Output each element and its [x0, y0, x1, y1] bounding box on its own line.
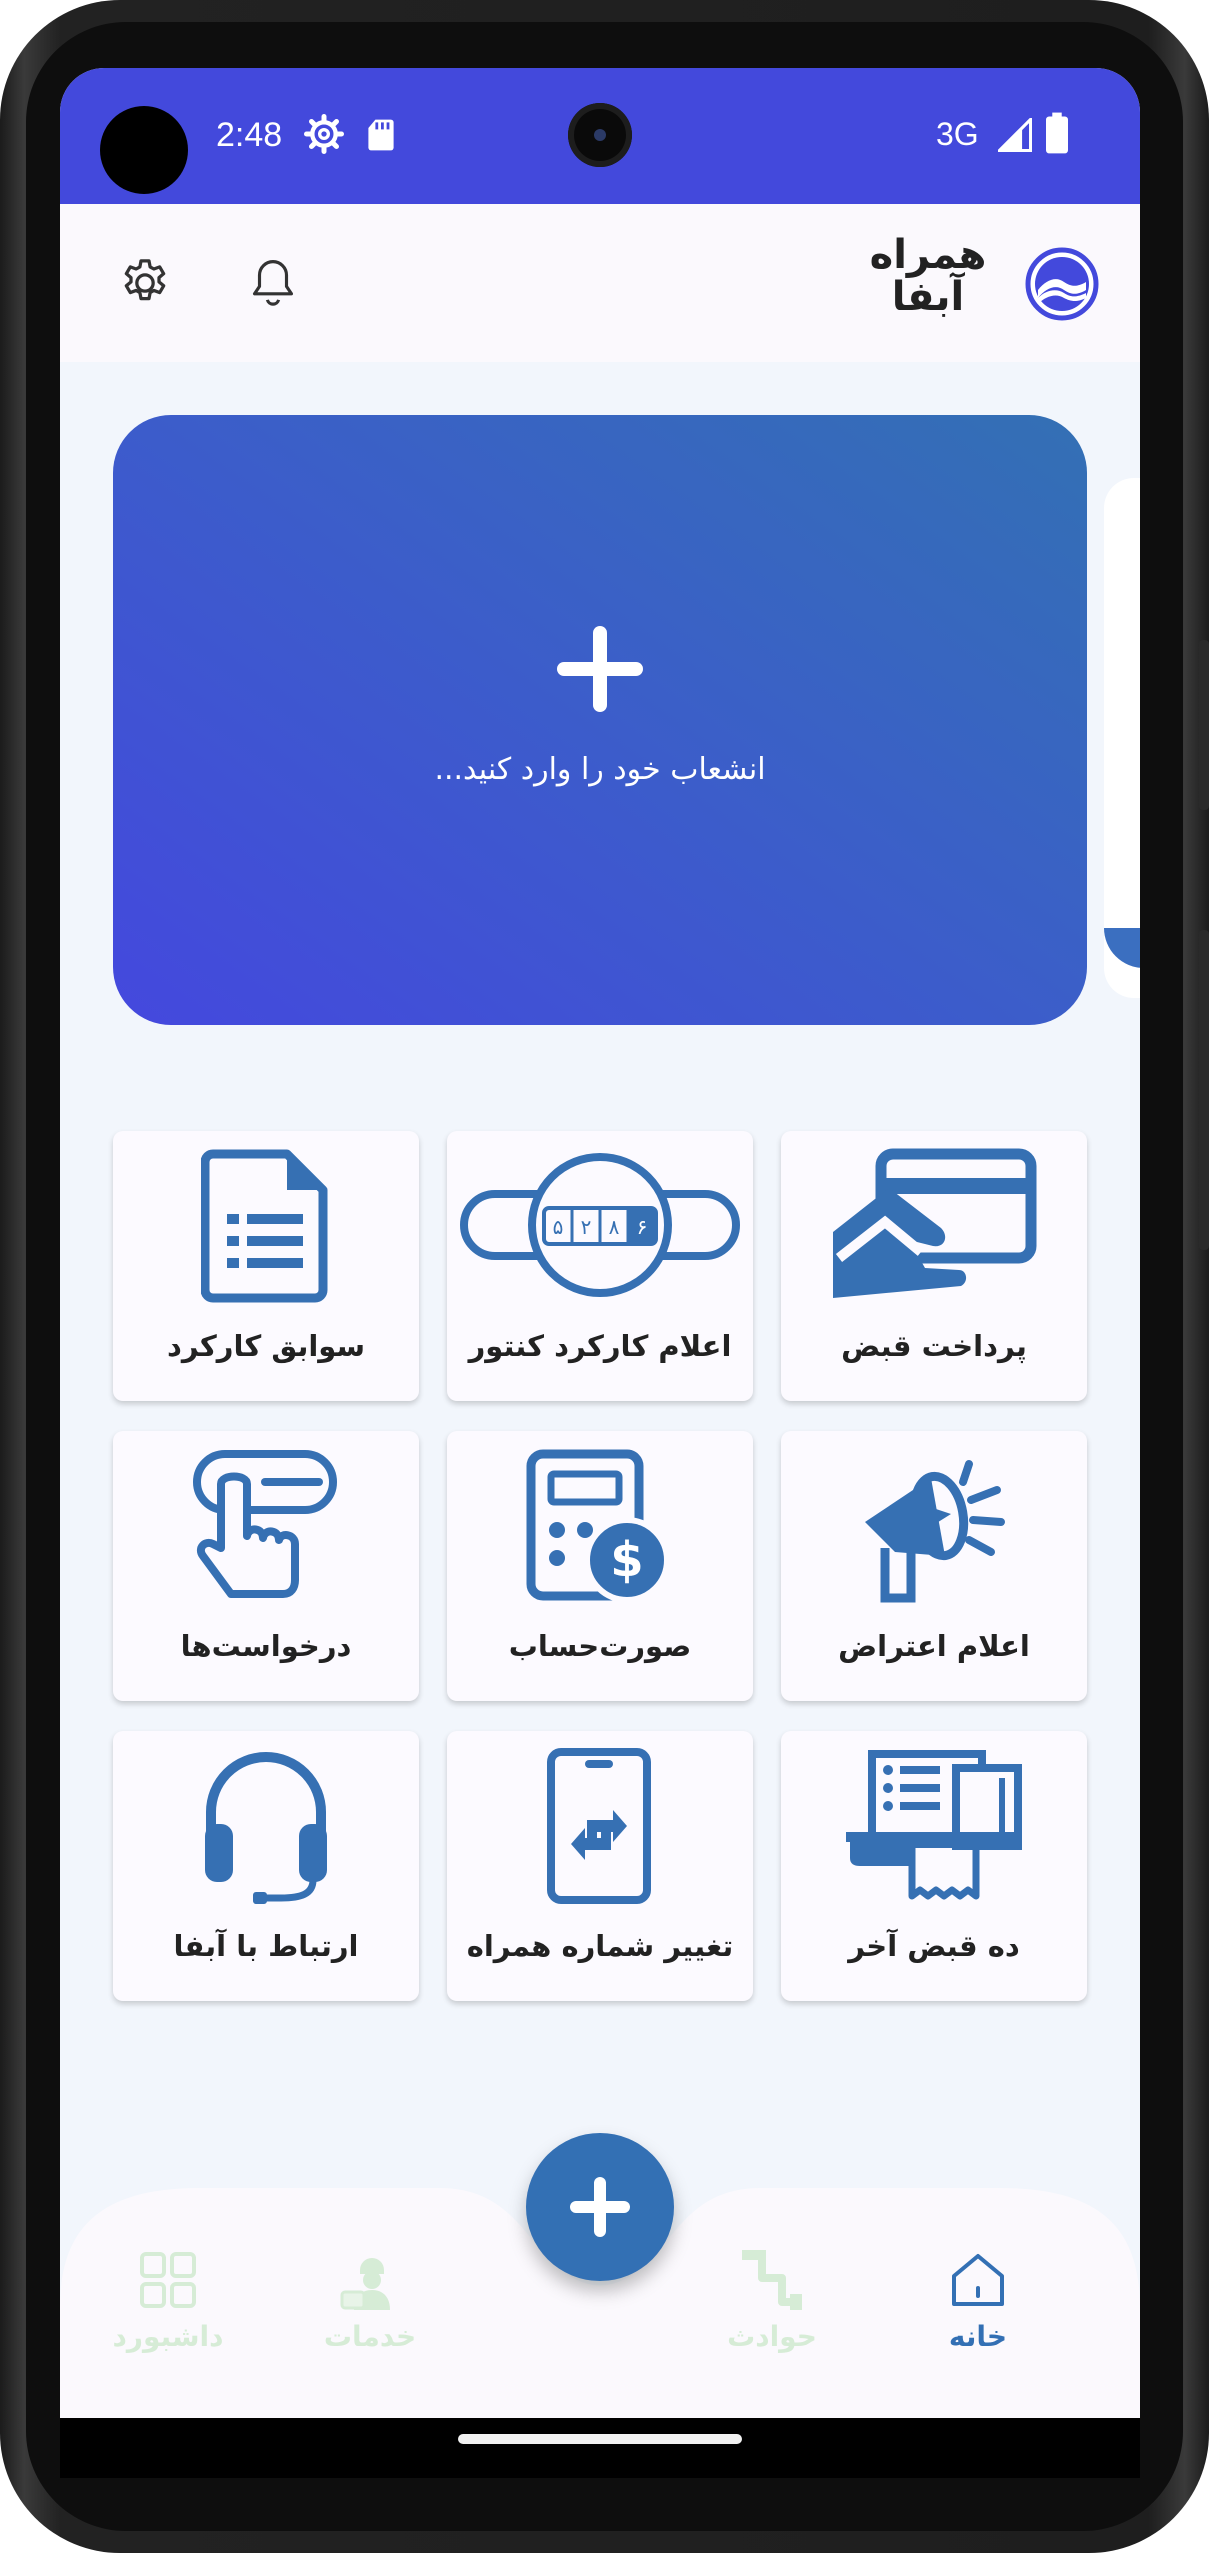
- document-list-icon: [201, 1149, 328, 1303]
- grid-icon: [140, 2252, 196, 2308]
- service-requests[interactable]: درخواست‌ها: [113, 1431, 419, 1701]
- nav-home[interactable]: خانه: [898, 2248, 1058, 2353]
- sd-card-icon: [368, 119, 394, 151]
- add-connection-card[interactable]: انشعاب خود را وارد کنید...: [113, 415, 1087, 1025]
- service-label: پرداخت قبض: [841, 1329, 1027, 1363]
- megaphone-icon: [865, 1460, 1005, 1603]
- plus-icon: [570, 2177, 630, 2237]
- nav-label: خدمات: [323, 2320, 417, 2353]
- svg-text:۵: ۵: [553, 1215, 564, 1239]
- status-bar: 2:48 3G: [60, 68, 1140, 204]
- service-change-phone[interactable]: تغییر شماره همراه: [447, 1731, 753, 2001]
- power-button: [1199, 640, 1209, 810]
- nav-services[interactable]: خدمات: [290, 2248, 450, 2353]
- phone-swap-icon: [547, 1748, 651, 1904]
- service-meter-reading[interactable]: ۵ ۲ ۸ ۶ اعلام کارکرد کنتور: [447, 1131, 753, 1401]
- service-label: اعلام کارکرد کنتور: [468, 1329, 732, 1363]
- home-gesture-handle[interactable]: [458, 2434, 742, 2444]
- service-label: صورت‌حساب: [508, 1629, 692, 1663]
- camera-icon: [568, 103, 632, 167]
- service-contact-abfa[interactable]: ارتباط با آبفا: [113, 1731, 419, 2001]
- logo-text-line2: آبفا: [891, 274, 965, 320]
- service-last-ten-bills[interactable]: ده قبض آخر: [781, 1731, 1087, 2001]
- app-header: همراه آبفا: [60, 204, 1140, 362]
- service-usage-history[interactable]: سوابق کارکرد: [113, 1131, 419, 1401]
- abfa-logo-icon: [1025, 247, 1099, 321]
- worker-icon: [340, 2258, 390, 2310]
- card-hand-icon: [833, 1148, 1037, 1298]
- logo-text-line1: همراه: [869, 232, 987, 278]
- service-invoice[interactable]: $ صورت‌حساب: [447, 1431, 753, 1701]
- signal-icon: [998, 118, 1032, 152]
- svg-text:$: $: [610, 1532, 643, 1588]
- settings-button[interactable]: [110, 248, 180, 318]
- home-icon: [952, 2254, 1004, 2306]
- settings-icon: [124, 259, 166, 301]
- notifications-button[interactable]: [238, 248, 308, 318]
- headset-icon: [205, 1752, 327, 1904]
- service-label: ده قبض آخر: [848, 1929, 1020, 1963]
- system-gesture-area: [60, 2418, 1140, 2478]
- settings-gear-icon: [304, 114, 344, 154]
- hand-pointer-icon: [193, 1450, 337, 1598]
- calculator-dollar-icon: $: [526, 1449, 670, 1603]
- front-camera-hole: [100, 106, 188, 194]
- water-meter-icon: ۵ ۲ ۸ ۶: [460, 1153, 740, 1297]
- volume-button: [1199, 930, 1209, 1250]
- service-label: سوابق کارکرد: [166, 1329, 365, 1363]
- service-label: درخواست‌ها: [180, 1629, 352, 1663]
- phone-frame: 2:48 3G همراه آبفا انشعاب خود را وارد کن…: [0, 0, 1209, 2553]
- nav-label: داشبورد: [112, 2320, 224, 2353]
- service-bill-payment[interactable]: پرداخت قبض: [781, 1131, 1087, 1401]
- bell-icon: [252, 260, 294, 306]
- service-label: ارتباط با آبفا: [173, 1929, 359, 1963]
- add-fab-button[interactable]: [526, 2133, 674, 2281]
- nav-label: خانه: [948, 2320, 1008, 2353]
- svg-text:۲: ۲: [581, 1215, 592, 1239]
- battery-icon: [1046, 112, 1068, 154]
- plus-icon: [557, 625, 643, 712]
- printer-receipt-icon: [846, 1750, 1022, 1900]
- service-label: اعلام اعتراض: [838, 1629, 1030, 1663]
- svg-text:۶: ۶: [637, 1215, 648, 1239]
- next-card-peek: [1104, 478, 1140, 998]
- pipe-icon: [742, 2250, 802, 2310]
- nav-dashboard[interactable]: داشبورد: [88, 2248, 248, 2353]
- status-time: 2:48: [216, 116, 283, 154]
- svg-text:۸: ۸: [609, 1215, 620, 1239]
- network-type: 3G: [936, 116, 979, 152]
- add-connection-text: انشعاب خود را وارد کنید...: [434, 751, 766, 787]
- service-complaint[interactable]: اعلام اعتراض: [781, 1431, 1087, 1701]
- service-label: تغییر شماره همراه: [466, 1929, 734, 1963]
- app-screen: 2:48 3G همراه آبفا انشعاب خود را وارد کن…: [60, 68, 1140, 2478]
- nav-incidents[interactable]: حوادث: [692, 2248, 852, 2353]
- nav-label: حوادث: [727, 2320, 817, 2353]
- app-logo-text: همراه آبفا: [868, 234, 988, 318]
